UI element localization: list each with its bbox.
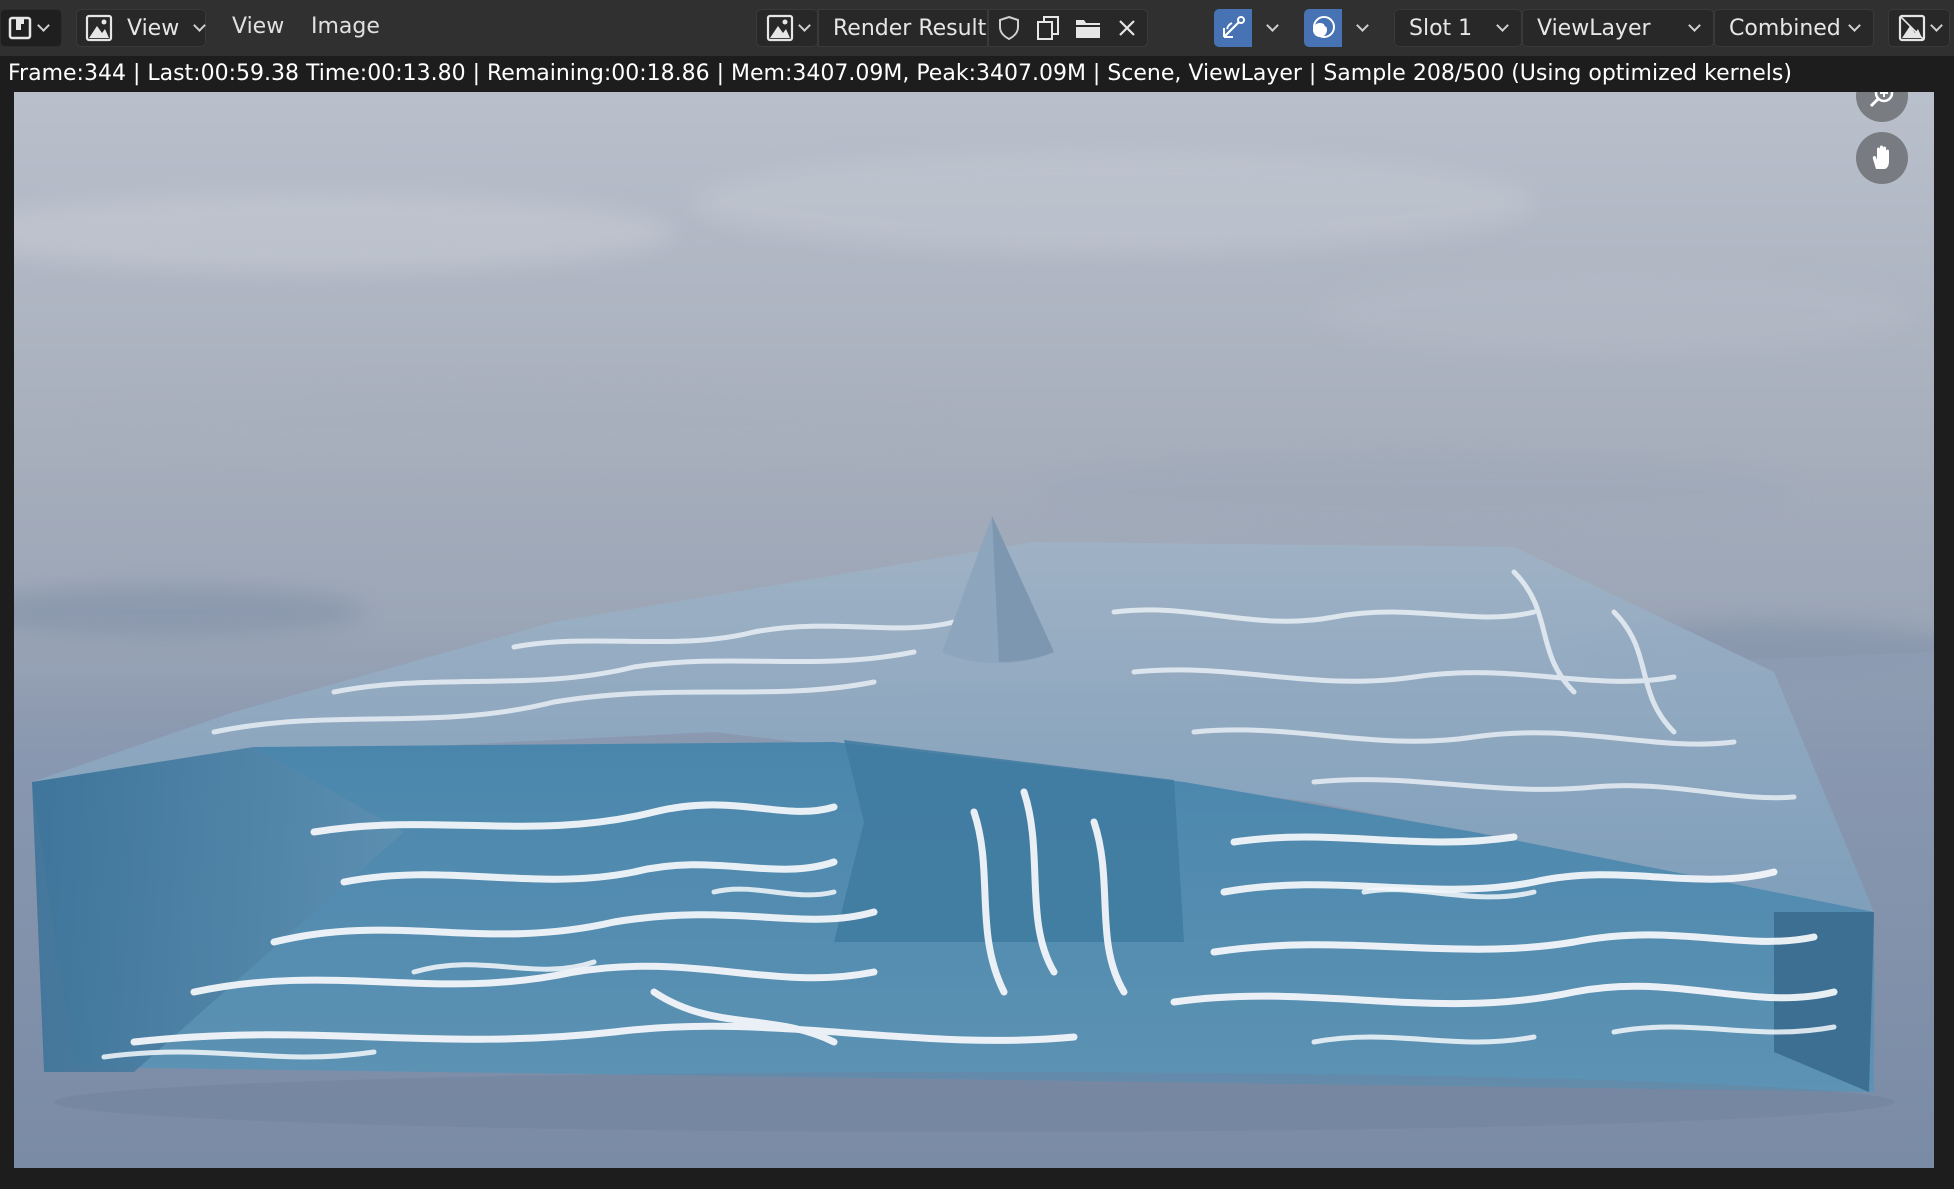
hand-icon	[1867, 143, 1897, 173]
display-channels-icon	[1898, 14, 1926, 42]
pan-gizmo[interactable]	[1856, 132, 1908, 184]
image-name-text: Render Result	[833, 15, 987, 41]
shield-icon[interactable]	[989, 10, 1029, 46]
render-viewport[interactable]	[14, 92, 1934, 1168]
view-layer-label: ViewLayer	[1537, 15, 1651, 41]
menu-view[interactable]: View	[232, 14, 284, 39]
chevron-down-icon	[1848, 19, 1861, 32]
image-editor-header: View View Image Render Result Slot 1 Vie…	[0, 0, 1954, 56]
display-channels-dropdown[interactable]	[1888, 9, 1950, 47]
gizmo-icon	[1214, 9, 1252, 47]
image-view-icon	[83, 12, 115, 44]
image-actions-group	[988, 9, 1148, 47]
slot-dropdown[interactable]: Slot 1	[1394, 9, 1522, 47]
folder-icon[interactable]	[1068, 10, 1108, 46]
render-pass-label: Combined	[1729, 15, 1841, 41]
image-editor-icon	[1, 10, 39, 46]
overlay-icon	[1304, 9, 1342, 47]
view-mode-dropdown[interactable]: View	[76, 9, 207, 47]
menu-image[interactable]: Image	[311, 14, 380, 39]
zoom-icon	[1867, 92, 1897, 111]
duplicate-icon[interactable]	[1029, 10, 1069, 46]
overlay-toggle[interactable]	[1304, 9, 1382, 47]
render-pass-dropdown[interactable]: Combined	[1714, 9, 1874, 47]
view-mode-label: View	[127, 15, 180, 41]
chevron-down-icon	[797, 19, 811, 32]
overlay-chevron[interactable]	[1342, 19, 1382, 32]
render-status-line: Frame:344 | Last:00:59.38 Time:00:13.80 …	[0, 56, 1954, 92]
close-icon[interactable]	[1108, 10, 1148, 46]
chevron-down-icon	[1929, 19, 1943, 32]
chevron-down-icon	[1688, 19, 1701, 32]
chevron-down-icon	[37, 19, 50, 32]
chevron-down-icon	[193, 19, 207, 32]
chevron-down-icon	[1496, 19, 1509, 32]
render-image	[14, 92, 1934, 1168]
image-browse-dropdown[interactable]	[756, 9, 818, 47]
editor-type-dropdown[interactable]	[0, 9, 62, 47]
slot-label: Slot 1	[1409, 15, 1473, 41]
gizmo-chevron[interactable]	[1252, 19, 1292, 32]
gizmo-toggle[interactable]	[1214, 9, 1292, 47]
image-browse-icon	[766, 14, 794, 42]
image-name-field[interactable]: Render Result	[818, 9, 988, 47]
bottom-border	[0, 1168, 1954, 1189]
view-layer-dropdown[interactable]: ViewLayer	[1522, 9, 1714, 47]
